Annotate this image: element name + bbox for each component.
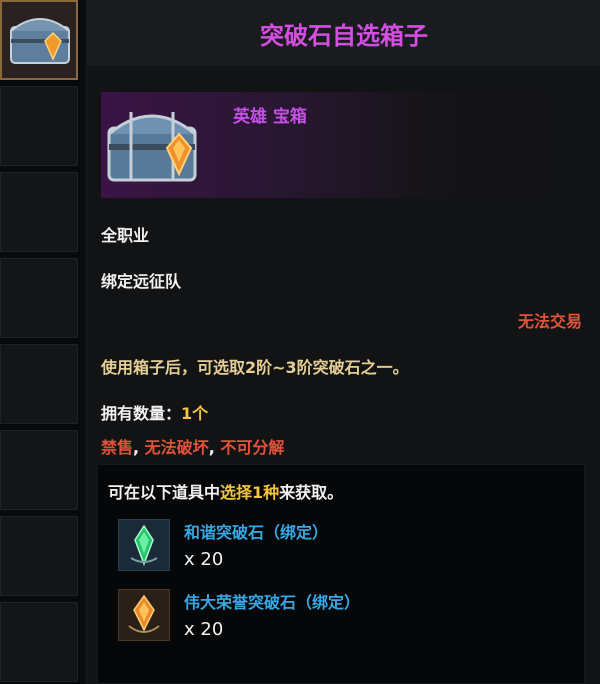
reward-name: 伟大荣誉突破石（绑定）	[184, 593, 361, 612]
restriction-no-disassemble: 不可分解	[220, 438, 285, 457]
tooltip-header: 突破石自选箱子	[87, 0, 600, 66]
choice-suffix: 来获取。	[279, 483, 344, 502]
item-description: 使用箱子后，可选取2阶~3阶突破石之一。	[101, 358, 409, 377]
inventory-slot-empty[interactable]	[0, 172, 78, 252]
choice-highlight: 选择1种	[220, 483, 280, 502]
orange-crystal-icon	[128, 594, 160, 633]
inventory-slot-empty[interactable]	[0, 430, 78, 510]
inventory-slot-empty[interactable]	[0, 258, 78, 338]
restriction-no-destroy: 无法破坏	[144, 438, 209, 457]
reward-icon-frame	[118, 519, 170, 571]
reward-icon-frame	[118, 589, 170, 641]
choice-rewards-box: 可在以下道具中选择1种来获取。 和谐突破石（绑定） x 20 伟大荣誉突破石（绑…	[97, 464, 585, 684]
restriction-no-sell: 禁售	[101, 438, 134, 457]
reward-quantity: x 20	[184, 619, 224, 640]
inventory-slot-empty[interactable]	[0, 86, 78, 166]
item-grade: 英雄 宝箱	[233, 107, 307, 127]
choice-instruction: 可在以下道具中选择1种来获取。	[108, 479, 343, 503]
item-title: 突破石自选箱子	[260, 21, 428, 50]
chest-icon	[107, 112, 197, 182]
owned-count-label: 拥有数量：	[101, 404, 182, 423]
restriction-separator: ,	[133, 438, 145, 457]
reward-option[interactable]: 伟大荣誉突破石（绑定） x 20	[118, 589, 578, 649]
inventory-slot-empty[interactable]	[0, 516, 78, 596]
restriction-separator: ,	[208, 438, 221, 457]
inventory-slot-empty[interactable]	[0, 602, 78, 682]
inventory-slot-selected[interactable]	[0, 0, 78, 80]
reward-name: 和谐突破石（绑定）	[184, 523, 329, 542]
reward-option[interactable]: 和谐突破石（绑定） x 20	[118, 519, 578, 579]
inventory-slot-empty[interactable]	[0, 344, 78, 424]
chest-icon	[10, 18, 70, 64]
owned-count-value: 1个	[181, 404, 209, 423]
binding-info: 绑定远征队	[101, 272, 182, 291]
green-crystal-icon	[130, 524, 158, 567]
trade-status: 无法交易	[517, 312, 582, 331]
class-requirement: 全职业	[101, 226, 150, 245]
inventory-slot-column	[0, 0, 80, 684]
item-tooltip: 突破石自选箱子 英雄 宝箱 全职业 绑定远征队 无法交易 使用箱子后，可选取2阶…	[86, 0, 600, 684]
reward-quantity: x 20	[184, 549, 224, 570]
item-card: 英雄 宝箱	[101, 92, 577, 198]
owned-count: 拥有数量：1个	[101, 400, 208, 424]
choice-prefix: 可在以下道具中	[108, 483, 221, 502]
item-restrictions: 禁售, 无法破坏, 不可分解	[101, 434, 284, 458]
